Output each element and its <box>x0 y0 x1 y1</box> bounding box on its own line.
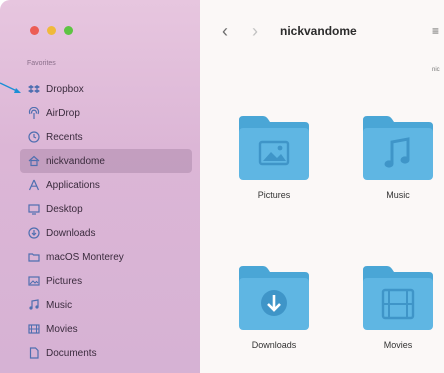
music-folder-icon <box>359 112 437 182</box>
sidebar-item-desktop[interactable]: Desktop <box>20 197 192 221</box>
music-icon <box>28 299 40 311</box>
movies-folder-icon <box>359 262 437 332</box>
downloads-folder-icon <box>235 262 313 332</box>
home-icon <box>28 155 40 167</box>
sidebar-item-recents[interactable]: Recents <box>20 125 192 149</box>
zoom-button[interactable] <box>64 26 73 35</box>
sidebar-item-label: Movies <box>46 323 78 335</box>
desktop-icon <box>28 203 40 215</box>
sidebar-item-macos-monterey[interactable]: macOS Monterey <box>20 245 192 269</box>
favorites-list: Dropbox AirDrop Recents nickvandome Appl… <box>20 77 192 365</box>
sidebar-item-documents[interactable]: Documents <box>20 341 192 365</box>
file-item-pictures[interactable]: Pictures <box>224 112 324 200</box>
sidebar-item-pictures[interactable]: Pictures <box>20 269 192 293</box>
file-label: Pictures <box>257 190 291 200</box>
sidebar-item-label: Recents <box>46 131 83 143</box>
file-label: Movies <box>383 340 413 350</box>
sidebar-item-label: Desktop <box>46 203 83 215</box>
sidebar: Favorites Dropbox AirDrop Recents nickva… <box>0 0 200 373</box>
sidebar-item-dropbox[interactable]: Dropbox <box>20 77 192 101</box>
sidebar-item-airdrop[interactable]: AirDrop <box>20 101 192 125</box>
sidebar-item-label: Pictures <box>46 275 83 287</box>
airdrop-icon <box>28 107 40 119</box>
file-item-downloads[interactable]: Downloads <box>224 262 324 350</box>
sidebar-item-applications[interactable]: Applications <box>20 173 192 197</box>
sidebar-item-nickvandome[interactable]: nickvandome <box>20 149 192 173</box>
pictures-folder-icon <box>235 112 313 182</box>
movies-icon <box>28 323 40 335</box>
sidebar-item-downloads[interactable]: Downloads <box>20 221 192 245</box>
download-icon <box>28 227 40 239</box>
finder-window: Favorites Dropbox AirDrop Recents nickva… <box>0 0 444 373</box>
favorites-section-title: Favorites <box>27 60 56 67</box>
applications-icon <box>28 179 40 191</box>
close-button[interactable] <box>30 26 39 35</box>
document-icon <box>28 347 40 359</box>
file-item-music[interactable]: Music <box>348 112 444 200</box>
file-label: Music <box>386 190 410 200</box>
annotation-arrow-icon <box>0 82 21 93</box>
sidebar-item-label: macOS Monterey <box>46 251 124 263</box>
sidebar-item-label: Documents <box>46 347 97 359</box>
window-controls <box>30 26 73 35</box>
folder-icon <box>28 251 40 263</box>
file-item-movies[interactable]: Movies <box>348 262 444 350</box>
sidebar-item-label: Dropbox <box>46 83 84 95</box>
pictures-icon <box>28 275 40 287</box>
minimize-button[interactable] <box>47 26 56 35</box>
sidebar-item-label: AirDrop <box>46 107 80 119</box>
sidebar-item-label: nickvandome <box>46 155 105 167</box>
main-content: ‹ › nickvandome ≡ nic Pictures Music Dow… <box>200 0 444 373</box>
sidebar-item-label: Downloads <box>46 227 96 239</box>
sidebar-item-label: Music <box>46 299 73 311</box>
file-label: Downloads <box>251 340 297 350</box>
file-grid: Pictures Music Downloads Movies <box>200 0 444 373</box>
sidebar-item-music[interactable]: Music <box>20 293 192 317</box>
clock-icon <box>28 131 40 143</box>
sidebar-item-movies[interactable]: Movies <box>20 317 192 341</box>
sidebar-item-label: Applications <box>46 179 100 191</box>
